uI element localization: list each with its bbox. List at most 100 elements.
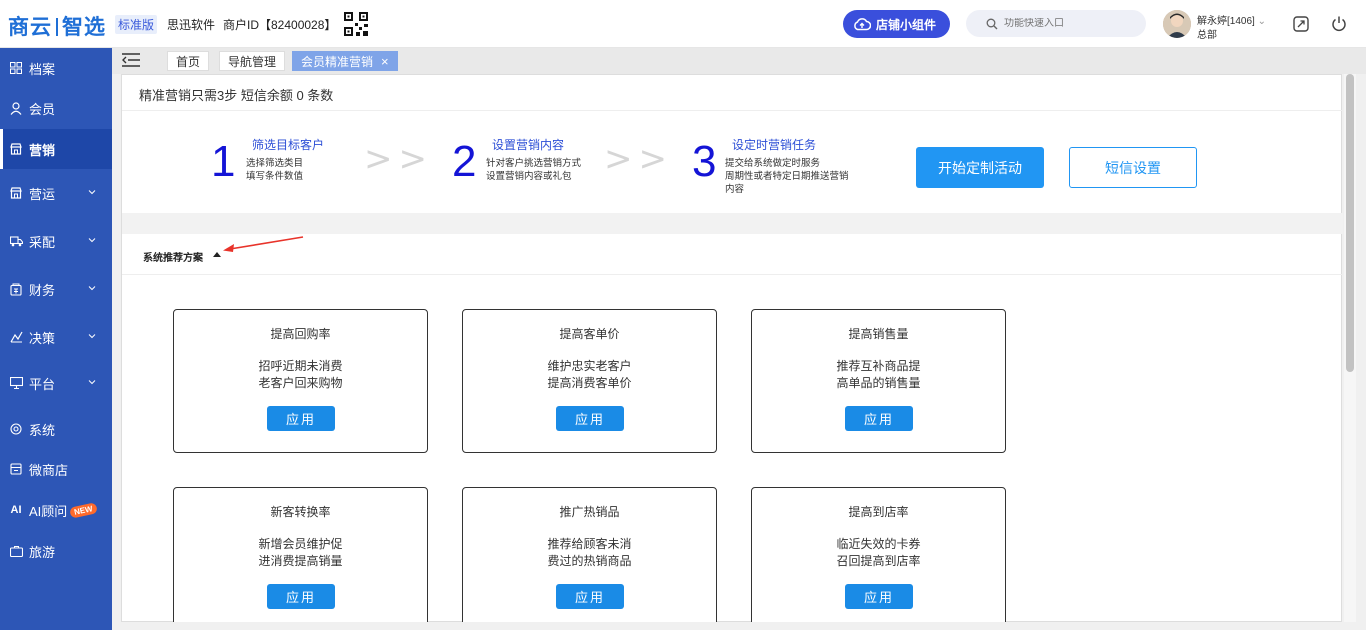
apply-button[interactable]: 应用 bbox=[267, 584, 335, 609]
grid-icon bbox=[9, 61, 23, 75]
tab-member-marketing[interactable]: 会员精准营销 × bbox=[292, 51, 398, 71]
plan-card: 新客转换率 新增会员维护促 进消费提高销量 应用 bbox=[173, 487, 428, 630]
quick-search[interactable] bbox=[966, 10, 1146, 37]
apply-button[interactable]: 应用 bbox=[556, 406, 624, 431]
store-widget-button[interactable]: 店铺小组件 bbox=[843, 10, 950, 38]
apply-button[interactable]: 应用 bbox=[267, 406, 335, 431]
card-desc-line: 新增会员维护促 bbox=[258, 537, 343, 551]
section-separator bbox=[122, 213, 1343, 234]
card-desc-line: 高单品的销售量 bbox=[836, 376, 921, 390]
start-campaign-button[interactable]: 开始定制活动 bbox=[916, 147, 1044, 188]
user-name[interactable]: 解永婷[1406] ⌄ bbox=[1197, 12, 1266, 27]
step-desc-line: 提交给系统做定时服务 bbox=[725, 158, 821, 169]
card-title: 提高客单价 bbox=[559, 327, 620, 341]
bottom-strip bbox=[112, 622, 1366, 630]
sidebar-item-archive[interactable]: 档案 bbox=[0, 48, 112, 88]
card-title: 提高回购率 bbox=[270, 327, 331, 341]
plan-card: 提高到店率 临近失效的卡券 召回提高到店率 应用 bbox=[751, 487, 1006, 630]
ai-icon: AI bbox=[10, 504, 22, 516]
sidebar-item-operations[interactable]: 营运 bbox=[0, 173, 112, 213]
card-description: 招呼近期未消费 老客户回来购物 bbox=[174, 358, 427, 392]
card-desc-line: 推荐给顾客未消 bbox=[547, 537, 632, 551]
card-title: 提高销售量 bbox=[848, 327, 909, 341]
cloud-upload-icon bbox=[854, 18, 871, 31]
card-desc-line: 维护忠实老客户 bbox=[547, 359, 632, 373]
apply-button[interactable]: 应用 bbox=[845, 406, 913, 431]
avatar-image bbox=[1163, 10, 1191, 38]
sidebar-item-finance[interactable]: 财务 bbox=[0, 269, 112, 309]
step-desc-line: 内容 bbox=[725, 184, 745, 195]
sidebar-item-procurement[interactable]: 采配 bbox=[0, 221, 112, 261]
plan-card: 提高回购率 招呼近期未消费 老客户回来购物 应用 bbox=[173, 309, 428, 453]
tab-bar: 首页 导航管理 会员精准营销 × bbox=[112, 48, 1366, 74]
section-title[interactable]: 系统推荐方案 bbox=[143, 249, 203, 264]
divider bbox=[122, 110, 1343, 111]
sidebar-item-label: 旅游 bbox=[29, 544, 56, 560]
plan-card: 推广热销品 推荐给顾客未消 费过的热销商品 应用 bbox=[462, 487, 717, 630]
sidebar-item-marketing[interactable]: 营销 bbox=[0, 129, 112, 169]
sidebar-item-system[interactable]: 系统 bbox=[0, 409, 112, 449]
apply-button[interactable]: 应用 bbox=[556, 584, 624, 609]
sidebar-item-decision[interactable]: 决策 bbox=[0, 317, 112, 357]
power-icon[interactable] bbox=[1331, 15, 1347, 32]
truck-icon bbox=[9, 234, 23, 248]
travel-icon bbox=[9, 544, 23, 558]
sidebar-item-member[interactable]: 会员 bbox=[0, 88, 112, 128]
company-name: 思迅软件 bbox=[167, 18, 216, 32]
card-description: 维护忠实老客户 提高消费客单价 bbox=[463, 358, 716, 392]
sidebar-item-platform[interactable]: 平台 bbox=[0, 363, 112, 403]
shop-icon bbox=[9, 462, 23, 476]
monitor-icon bbox=[9, 376, 23, 390]
step-arrows: >> bbox=[364, 139, 433, 179]
card-title: 新客转换率 bbox=[270, 505, 331, 519]
chevron-down-icon bbox=[88, 190, 96, 195]
sidebar-item-label: 系统 bbox=[29, 422, 56, 438]
sidebar-item-label: 档案 bbox=[29, 61, 56, 77]
step-title: 筛选目标客户 bbox=[252, 138, 325, 152]
tab-label: 会员精准营销 bbox=[301, 54, 374, 69]
card-description: 临近失效的卡券 召回提高到店率 bbox=[752, 536, 1005, 570]
search-icon bbox=[986, 18, 998, 29]
step-number: 1 bbox=[211, 137, 236, 186]
sidebar-item-travel[interactable]: 旅游 bbox=[0, 531, 112, 571]
logo-separator bbox=[56, 18, 58, 36]
sidebar-item-label: AI顾问 bbox=[29, 503, 68, 519]
step-desc-line: 设置营销内容或礼包 bbox=[486, 171, 572, 182]
close-icon[interactable]: × bbox=[381, 54, 389, 69]
chevron-down-icon bbox=[88, 238, 96, 243]
menu-collapse-icon[interactable] bbox=[122, 53, 140, 67]
store-icon bbox=[9, 186, 23, 200]
sidebar-item-ai-advisor[interactable]: AI AI顾问 NEW bbox=[0, 490, 112, 530]
edition-badge: 标准版 bbox=[115, 15, 158, 34]
chevron-down-icon bbox=[88, 286, 96, 291]
sms-settings-button[interactable]: 短信设置 bbox=[1069, 147, 1197, 188]
card-desc-line: 推荐互补商品提 bbox=[836, 359, 921, 373]
sidebar-item-label: 决策 bbox=[29, 330, 56, 346]
tab-navigation-management[interactable]: 导航管理 bbox=[219, 51, 286, 71]
store-icon bbox=[9, 142, 23, 156]
step-desc-line: 填写条件数值 bbox=[246, 171, 304, 182]
merchant-id: 商户ID【82400028】 bbox=[223, 18, 337, 32]
step-description: 选择筛选类目 填写条件数值 bbox=[246, 157, 303, 183]
card-description: 推荐给顾客未消 费过的热销商品 bbox=[463, 536, 716, 570]
qr-code-icon[interactable] bbox=[344, 12, 368, 36]
settings-icon bbox=[9, 422, 23, 436]
card-desc-line: 临近失效的卡券 bbox=[836, 537, 921, 551]
tab-home[interactable]: 首页 bbox=[167, 51, 210, 71]
scrollbar-thumb[interactable] bbox=[1346, 74, 1354, 372]
annotation-arrow-icon bbox=[223, 236, 304, 252]
sidebar-item-micro-store[interactable]: 微商店 bbox=[0, 449, 112, 489]
step-description: 提交给系统做定时服务 周期性或者特定日期推送营销 内容 bbox=[725, 157, 849, 196]
expand-icon[interactable] bbox=[1293, 16, 1309, 32]
top-header: 商云智选 标准版 思迅软件 商户ID【82400028】 店铺小组件 解永婷[1… bbox=[0, 0, 1366, 48]
chevron-down-icon: ⌄ bbox=[1257, 16, 1266, 27]
apply-button[interactable]: 应用 bbox=[845, 584, 913, 609]
search-input[interactable] bbox=[1004, 18, 1134, 29]
card-title: 提高到店率 bbox=[848, 505, 909, 519]
app-logo[interactable]: 商云 智选 bbox=[8, 11, 106, 41]
sidebar-item-label: 平台 bbox=[29, 376, 56, 392]
vertical-scrollbar[interactable] bbox=[1344, 74, 1356, 622]
tab-label: 导航管理 bbox=[228, 54, 277, 69]
step-desc-line: 周期性或者特定日期推送营销 bbox=[725, 171, 849, 182]
user-avatar[interactable] bbox=[1163, 10, 1191, 38]
